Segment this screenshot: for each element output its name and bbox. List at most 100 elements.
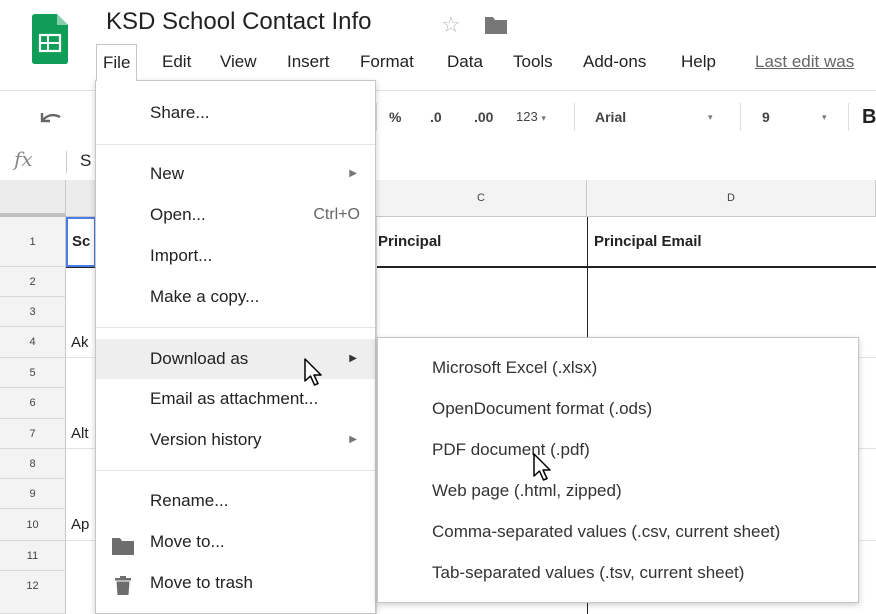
formula-input[interactable]: S [80,151,91,171]
menu-addons[interactable]: Add-ons [577,44,652,80]
cell-a7[interactable]: Alt [71,419,95,449]
menu-item-label: Open... [150,205,206,224]
font-family-value: Arial [595,109,627,125]
menu-item-label: Download as [150,349,249,368]
increase-decimal-label: .00 [474,109,494,125]
menu-divider [96,327,375,328]
menu-file[interactable]: File [96,44,138,81]
fx-icon: fx [14,147,33,171]
submenu-item-label: PDF document (.pdf) [432,440,590,459]
mouse-cursor-icon [533,453,555,483]
row-header-9[interactable]: 9 [0,479,66,509]
submenu-item-label: Comma-separated values (.csv, current sh… [432,522,781,541]
menu-edit[interactable]: Edit [156,44,197,80]
font-size-select[interactable]: 9 [762,91,770,143]
download-xlsx[interactable]: Microsoft Excel (.xlsx) [378,348,858,388]
submenu-item-label: Microsoft Excel (.xlsx) [432,358,598,377]
cell-d1[interactable]: Principal Email [594,217,874,267]
google-sheets-logo[interactable] [32,14,68,64]
formula-divider [66,151,67,173]
download-tsv[interactable]: Tab-separated values (.tsv, current shee… [378,553,858,593]
last-edit-link[interactable]: Last edit was [755,44,854,80]
format-percent-button[interactable]: % [389,91,401,143]
menu-item-open[interactable]: Open... Ctrl+O [96,197,375,233]
menu-item-label: Email as attachment... [150,389,319,408]
row-header-2[interactable]: 2 [0,267,66,297]
font-family-select[interactable]: Arial [595,91,626,143]
row-header-11[interactable]: 11 [0,541,66,571]
menu-item-label: Move to trash [150,573,253,592]
submenu-item-label: Web page (.html, zipped) [432,481,622,500]
menu-item-label: Share... [150,103,210,122]
submenu-item-label: Tab-separated values (.tsv, current shee… [432,563,745,582]
menu-help[interactable]: Help [675,44,722,80]
decrease-decimal-label: .0 [430,109,442,125]
column-header-d[interactable]: D [587,180,876,217]
toolbar-separator [740,103,741,131]
row-header-3[interactable]: 3 [0,297,66,327]
chevron-down-icon[interactable]: ▾ [708,91,713,143]
row-header-5[interactable]: 5 [0,358,66,388]
menu-item-import[interactable]: Import... [96,238,375,274]
row-header-4[interactable]: 4 [0,327,66,358]
row-header-6[interactable]: 6 [0,388,66,419]
toolbar-separator [848,103,849,131]
row-header-12[interactable]: 12 [0,571,66,614]
font-size-value: 9 [762,109,770,125]
folder-icon [111,533,135,569]
document-title[interactable]: KSD School Contact Info [106,8,371,36]
download-html-zipped[interactable]: Web page (.html, zipped) [378,471,858,511]
file-menu-dropdown: Share... New ▶ Open... Ctrl+O Import... Ma… [95,80,376,614]
undo-icon[interactable] [36,91,64,143]
submenu-item-label: OpenDocument format (.ods) [432,399,653,418]
menu-item-label: Version history [150,430,262,449]
shortcut-hint: Ctrl+O [313,206,360,223]
folder-icon[interactable] [484,15,508,35]
menu-tools[interactable]: Tools [507,44,559,80]
menu-divider [96,144,375,145]
submenu-arrow-icon: ▶ [349,168,357,179]
cell-a10[interactable]: Ap [71,509,95,541]
row-header-1[interactable]: 1 [0,217,66,267]
menu-item-rename[interactable]: Rename... [96,483,375,519]
column-header-c[interactable]: C [376,180,587,217]
menu-view[interactable]: View [214,44,263,80]
menu-item-label: New [150,164,185,183]
download-ods[interactable]: OpenDocument format (.ods) [378,389,858,429]
row-header-7[interactable]: 7 [0,419,66,449]
increase-decimal-button[interactable]: .00 [474,91,493,143]
star-icon[interactable]: ☆ [441,12,461,38]
chevron-down-icon[interactable]: ▾ [822,91,827,143]
menu-item-label: Import... [150,246,213,265]
menu-insert[interactable]: Insert [281,44,336,80]
menu-item-move-to-trash[interactable]: Move to trash [96,565,375,601]
menu-item-email-attachment[interactable]: Email as attachment... [96,381,375,417]
select-all-corner[interactable] [0,180,66,217]
menu-item-share[interactable]: Share... [96,95,375,131]
decrease-decimal-button[interactable]: .0 [430,91,442,143]
menu-format[interactable]: Format [354,44,420,80]
download-as-submenu: Microsoft Excel (.xlsx) OpenDocument for… [377,337,859,603]
chevron-down-icon: ▾ [541,113,546,123]
download-csv[interactable]: Comma-separated values (.csv, current sh… [378,512,858,552]
download-pdf[interactable]: PDF document (.pdf) [378,430,858,470]
menu-item-label: Move to... [150,532,225,551]
row-header-8[interactable]: 8 [0,449,66,479]
menu-item-make-copy[interactable]: Make a copy... [96,279,375,315]
more-formats-label: 123 [516,109,538,124]
menu-item-move-to[interactable]: Move to... [96,524,375,560]
menu-divider [96,470,375,471]
menu-item-download-as[interactable]: Download as ▶ [96,339,375,379]
bold-button[interactable]: B [862,91,876,143]
row-header-10[interactable]: 10 [0,509,66,541]
cell-a4[interactable]: Ak [71,327,95,358]
trash-icon [115,573,131,609]
menu-item-version-history[interactable]: Version history ▶ [96,422,375,458]
toolbar-separator [376,103,377,131]
menu-item-new[interactable]: New ▶ [96,156,375,192]
more-formats-button[interactable]: 123 ▾ [516,91,546,143]
cell-a1[interactable]: Sc [66,217,96,267]
menu-data[interactable]: Data [441,44,489,80]
cell-c1[interactable]: Principal [378,217,587,267]
mouse-cursor-icon [304,358,326,388]
